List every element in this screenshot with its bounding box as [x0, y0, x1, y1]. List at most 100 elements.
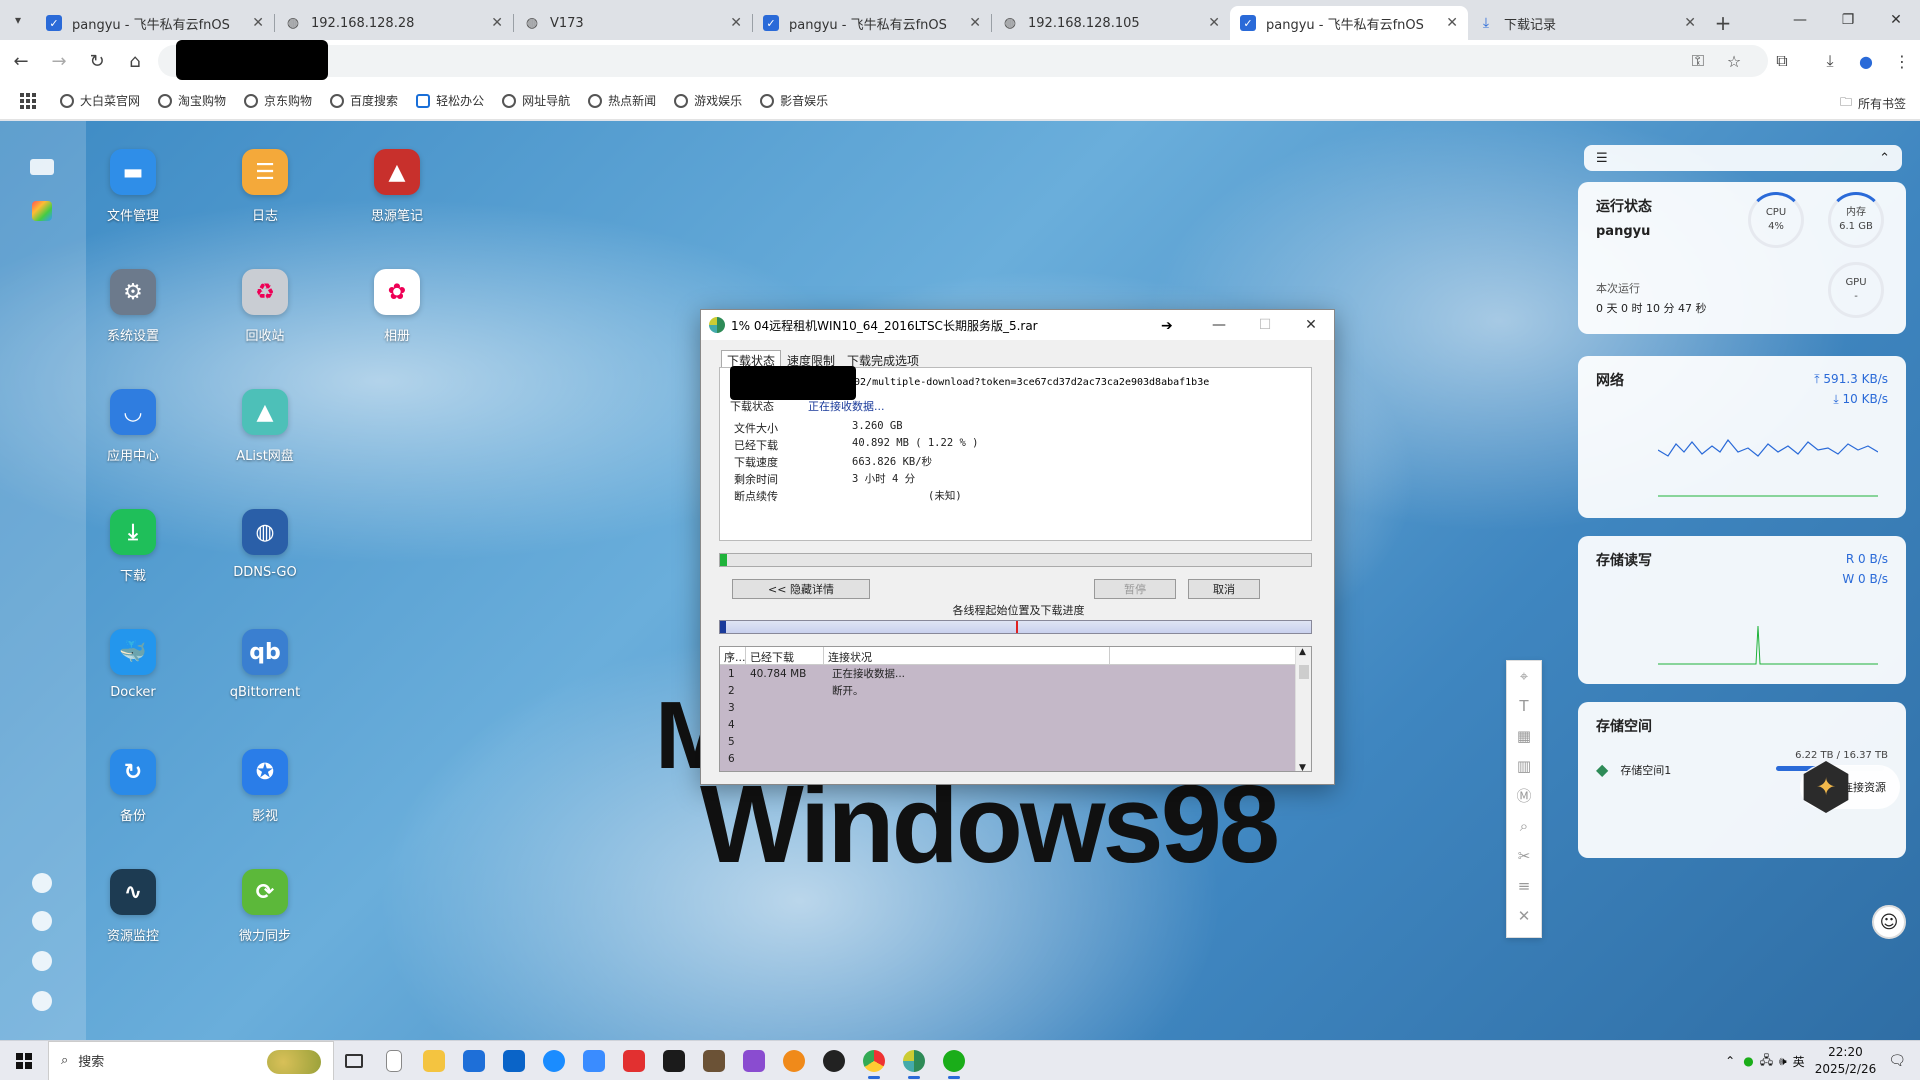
desktop-app[interactable]: ↻ 备份 — [78, 749, 188, 824]
clock[interactable]: 22:20 2025/2/26 — [1815, 1044, 1877, 1078]
desktop-app[interactable]: ⚙ 系统设置 — [78, 269, 188, 344]
dialog-close-button[interactable]: ✕ — [1288, 310, 1334, 340]
desktop-app[interactable]: ▬ 文件管理 — [78, 149, 188, 224]
network-icon[interactable]: 🖧 — [1760, 1051, 1773, 1072]
ime-indicator[interactable]: 英 — [1793, 1053, 1805, 1070]
tab-close-icon[interactable]: ✕ — [252, 15, 264, 31]
scissors-icon[interactable]: ✂ — [1507, 841, 1541, 871]
bookmark-item[interactable]: 百度搜索 — [330, 92, 398, 109]
apps-icon[interactable] — [32, 201, 52, 221]
bell-icon[interactable] — [32, 911, 52, 931]
browser-tab[interactable]: ◍ V173 ✕ — [514, 6, 752, 40]
bookmark-item[interactable]: 游戏娱乐 — [674, 92, 742, 109]
browser-tab[interactable]: ✓ pangyu - 飞牛私有云fnOS ✕ — [753, 6, 991, 40]
back-button[interactable]: ← — [4, 44, 38, 78]
star-icon[interactable]: ☆ — [1716, 52, 1752, 71]
file-explorer-icon[interactable] — [414, 1041, 454, 1080]
search-icon[interactable]: ⌕ — [1507, 811, 1541, 841]
apps-grid-icon[interactable] — [20, 92, 36, 109]
browser-tab[interactable]: ◍ 192.168.128.105 ✕ — [992, 6, 1230, 40]
list-icon[interactable]: ≡ — [1507, 871, 1541, 901]
reload-button[interactable]: ↻ — [80, 44, 114, 78]
outlook-icon[interactable] — [494, 1041, 534, 1080]
vs-icon[interactable] — [734, 1041, 774, 1080]
thread-column-header[interactable]: 已经下载 — [746, 647, 824, 664]
close-icon[interactable]: ✕ — [1507, 901, 1541, 931]
tab-close-icon[interactable]: ✕ — [730, 15, 742, 31]
downloader-taskbar-icon[interactable] — [894, 1041, 934, 1080]
scroll-down-icon[interactable]: ▼ — [1299, 763, 1306, 771]
start-button[interactable] — [0, 1041, 48, 1080]
key-icon[interactable]: ⚿ — [1680, 51, 1716, 71]
dialog-titlebar[interactable]: 1% 04远程租机WIN10_64_2016LTSC长期服务版_5.rar ➔ … — [701, 310, 1334, 340]
tab-close-icon[interactable]: ✕ — [491, 15, 503, 31]
grid-icon[interactable]: ▦ — [1507, 721, 1541, 751]
address-bar[interactable] — [158, 45, 1768, 77]
cancel-button[interactable]: 取消 — [1188, 579, 1260, 599]
browser-tab[interactable]: ⤓ 下载记录 ✕ — [1468, 6, 1706, 40]
task-view-button[interactable] — [334, 1041, 374, 1080]
tab-close-icon[interactable]: ✕ — [1208, 15, 1220, 31]
dialog-maximize-button[interactable]: ☐ — [1242, 310, 1288, 340]
extensions-icon[interactable]: ⧉ — [1764, 51, 1800, 71]
thread-list-scrollbar[interactable]: ▲ ▼ — [1295, 647, 1311, 771]
menu-icon[interactable]: ⋮ — [1884, 52, 1920, 71]
desktop-app[interactable]: ☰ 日志 — [210, 149, 320, 224]
browser-tab[interactable]: ✓ pangyu - 飞牛私有云fnOS ✕ — [36, 6, 274, 40]
restore-button[interactable]: ❐ — [1824, 0, 1872, 40]
home-button[interactable]: ⌂ — [118, 44, 152, 78]
ding-icon[interactable] — [574, 1041, 614, 1080]
notification-icon[interactable]: 🗨 — [1888, 1053, 1906, 1069]
wps-icon[interactable] — [614, 1041, 654, 1080]
desktop-app[interactable]: ◍ DDNS-GO — [210, 509, 320, 580]
volume-icon[interactable]: 🕪 — [1779, 1054, 1787, 1069]
wechat-tray-icon[interactable]: ● — [1743, 1054, 1753, 1068]
desktop-app[interactable]: ▲ AList网盘 — [210, 389, 320, 464]
minimize-button[interactable]: — — [1776, 0, 1824, 40]
feishu-icon[interactable] — [534, 1041, 574, 1080]
close-window-button[interactable]: ✕ — [1872, 0, 1920, 40]
tab-search-button[interactable]: ▾ — [0, 0, 36, 40]
chevron-up-icon[interactable]: ⌃ — [1725, 1054, 1735, 1068]
settings-icon[interactable] — [32, 991, 52, 1011]
xbox-icon[interactable] — [814, 1041, 854, 1080]
thread-list[interactable]: 序... 已经下载 连接状况 1 40.784 MB 正在接收数据... 2 断开。 3 4 5 6… — [719, 646, 1312, 772]
browser-tab[interactable]: ◍ 192.168.128.28 ✕ — [275, 6, 513, 40]
taskbar-search[interactable]: ⌕ 搜索 — [48, 1040, 334, 1080]
desktop-app[interactable]: qb qBittorrent — [210, 629, 320, 700]
desktop-app[interactable]: ▲ 思源笔记 — [342, 149, 452, 224]
tab-close-icon[interactable]: ✕ — [969, 15, 981, 31]
game-icon[interactable] — [694, 1041, 734, 1080]
bookmark-item[interactable]: 淘宝购物 — [158, 92, 226, 109]
desktop-app[interactable]: ✿ 相册 — [342, 269, 452, 344]
downloads-icon[interactable]: ⤓ — [1812, 51, 1848, 71]
scroll-up-icon[interactable]: ▲ — [1299, 647, 1306, 657]
user-icon[interactable] — [32, 951, 52, 971]
desktop-app[interactable]: ∿ 资源监控 — [78, 869, 188, 944]
text-icon[interactable]: T — [1507, 691, 1541, 721]
bookmark-item[interactable]: 京东购物 — [244, 92, 312, 109]
bookmark-item[interactable]: 影音娱乐 — [760, 92, 828, 109]
storage-item[interactable]: ◆ 存储空间1 — [1596, 760, 1671, 779]
notepad-icon[interactable] — [374, 1041, 414, 1080]
terminal-icon[interactable] — [654, 1041, 694, 1080]
marker-icon[interactable]: Ⓜ — [1507, 781, 1541, 811]
columns-icon[interactable]: ▥ — [1507, 751, 1541, 781]
bookmark-item[interactable]: 轻松办公 — [416, 92, 484, 109]
desktop-app[interactable]: ✪ 影视 — [210, 749, 320, 824]
desktop-app[interactable]: ◡ 应用中心 — [78, 389, 188, 464]
bookmark-item[interactable]: 网址导航 — [502, 92, 570, 109]
thread-column-header[interactable]: 连接状况 — [824, 647, 1110, 664]
tab-close-icon[interactable]: ✕ — [1446, 15, 1458, 31]
thread-column-header[interactable]: 序... — [720, 647, 746, 664]
tab-close-icon[interactable]: ✕ — [1684, 15, 1696, 31]
pause-button[interactable]: 暂停 — [1094, 579, 1176, 599]
magnifier-app-icon[interactable] — [774, 1041, 814, 1080]
store-icon[interactable] — [454, 1041, 494, 1080]
wechat-icon[interactable] — [934, 1041, 974, 1080]
desktop-app[interactable]: ⤓ 下载 — [78, 509, 188, 584]
dashboard-icon[interactable] — [32, 873, 52, 893]
chrome-icon[interactable] — [854, 1041, 894, 1080]
dialog-minimize-button[interactable]: — — [1196, 310, 1242, 340]
bookmark-item[interactable]: 热点新闻 — [588, 92, 656, 109]
